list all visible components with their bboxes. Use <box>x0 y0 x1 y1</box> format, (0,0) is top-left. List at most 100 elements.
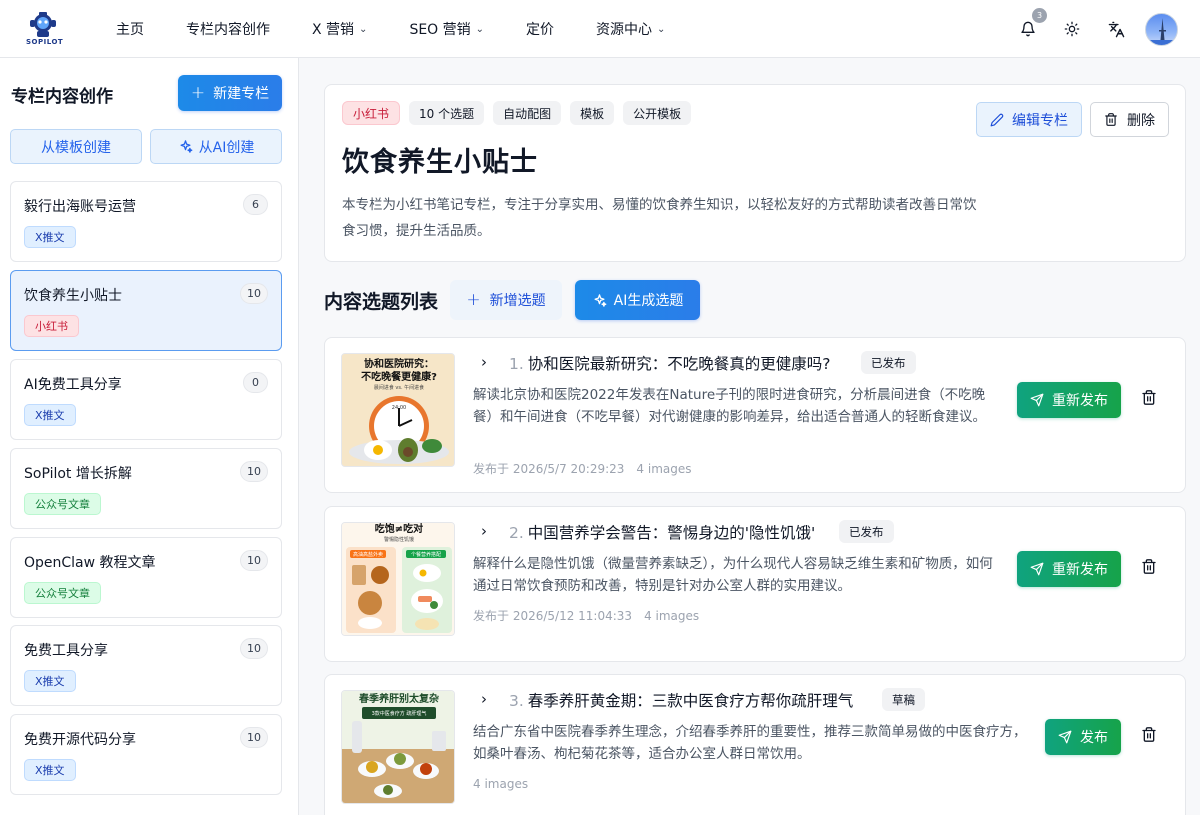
column-platform-tag: X推文 <box>24 670 76 692</box>
column-platform-tag: 小红书 <box>24 315 79 337</box>
column-card[interactable]: AI免费工具分享 0 X推文 <box>10 359 282 440</box>
nav-label: X 营销 <box>312 22 355 38</box>
column-count-badge: 10 <box>240 283 268 304</box>
column-name: 免费工具分享 <box>24 643 108 659</box>
user-avatar[interactable] <box>1145 12 1178 46</box>
edit-column-button[interactable]: 编辑专栏 <box>976 102 1082 137</box>
column-count-badge: 6 <box>243 194 268 215</box>
notification-button[interactable]: 3 <box>1011 8 1047 46</box>
column-card-active[interactable]: 饮食养生小贴士 10 小红书 <box>10 270 282 351</box>
top-right-actions: 3 <box>1001 8 1178 46</box>
topic-card: 春季养肝别太复杂 3款中医食疗方 疏肝理气 › 3. 春季养肝黄金期：三款中医食疗… <box>324 674 1186 815</box>
expand-chevron-icon[interactable]: › <box>481 353 487 371</box>
column-card[interactable]: 免费开源代码分享 10 X推文 <box>10 714 282 795</box>
column-detail-card: 小红书 10 个选题 自动配图 模板 公开模板 饮食养生小贴士 本专栏为小红书笔… <box>324 84 1186 262</box>
send-icon <box>1030 562 1044 576</box>
from-ai-label: 从AI创建 <box>198 139 255 156</box>
pencil-icon <box>990 113 1004 126</box>
topic-meta: 发布于 2026/5/12 11:04:33 4 images <box>473 607 699 624</box>
send-icon <box>1058 730 1072 744</box>
sidebar: 专栏内容创作 + 新建专栏 从模板创建 从AI创建 毅行出海账号运营 6 X推文… <box>0 58 299 815</box>
delete-topic-button[interactable] <box>1141 558 1159 578</box>
plus-icon: + <box>190 83 206 103</box>
topic-title[interactable]: 1. 协和医院最新研究：不吃晚餐真的更健康吗? <box>509 352 831 374</box>
trash-icon <box>1142 559 1156 574</box>
column-card[interactable]: 免费工具分享 10 X推文 <box>10 625 282 706</box>
logo-text: SOPILOT <box>26 38 64 46</box>
svg-text:春季养肝别太复杂: 春季养肝别太复杂 <box>359 692 439 705</box>
column-name: 免费开源代码分享 <box>24 732 136 748</box>
from-template-button[interactable]: 从模板创建 <box>10 129 142 164</box>
sparkles-icon <box>180 140 193 153</box>
column-card[interactable]: 毅行出海账号运营 6 X推文 <box>10 181 282 262</box>
topics-header: 内容选题列表 + 新增选题 AI生成选题 <box>324 280 701 320</box>
svg-text:个餐营养搭配: 个餐营养搭配 <box>411 551 441 558</box>
republish-button[interactable]: 重新发布 <box>1017 382 1121 418</box>
new-column-button[interactable]: + 新建专栏 <box>178 75 282 111</box>
svg-text:3款中医食疗方 疏肝理气: 3款中医食疗方 疏肝理气 <box>372 710 427 717</box>
nav-label: SEO 营销 <box>409 22 471 38</box>
column-platform-tag: X推文 <box>24 759 76 781</box>
topic-status-badge: 已发布 <box>839 520 894 543</box>
language-button[interactable] <box>1099 12 1133 46</box>
ai-generate-topics-button[interactable]: AI生成选题 <box>575 280 701 320</box>
nav-label: 资源中心 <box>596 22 653 38</box>
topic-title[interactable]: 2. 中国营养学会警告：警惕身边的'隐性饥饿' <box>509 521 815 543</box>
column-platform-tag: 公众号文章 <box>24 582 101 604</box>
add-topic-button[interactable]: + 新增选题 <box>450 280 563 320</box>
nav-pricing[interactable]: 定价 <box>526 19 554 39</box>
topic-title[interactable]: 3. 春季养肝黄金期：三款中医食疗方帮你疏肝理气 <box>509 689 853 711</box>
expand-chevron-icon[interactable]: › <box>481 522 487 540</box>
topic-card: 吃饱≠吃对 警惕隐性饥饿 高油高盐外卖 个餐营养搭配 › 2. 中国营养学会警告… <box>324 506 1186 662</box>
topic-thumbnail[interactable]: 吃饱≠吃对 警惕隐性饥饿 高油高盐外卖 个餐营养搭配 <box>341 522 455 636</box>
republish-label: 重新发布 <box>1052 562 1108 578</box>
nav-seo-marketing[interactable]: SEO 营销 ⌄ <box>409 19 484 39</box>
translate-icon <box>1108 21 1124 37</box>
topic-title-text: 协和医院最新研究：不吃晚餐真的更健康吗? <box>527 355 831 373</box>
column-description: 本专栏为小红书笔记专栏，专注于分享实用、易懂的饮食养生知识，以轻松友好的方式帮助… <box>342 197 977 239</box>
publish-button[interactable]: 发布 <box>1045 719 1121 755</box>
trash-icon <box>1142 727 1156 742</box>
from-ai-button[interactable]: 从AI创建 <box>150 129 282 164</box>
column-platform-tag: 公众号文章 <box>24 493 101 515</box>
topic-number: 1. <box>509 355 524 373</box>
topics-title: 内容选题列表 <box>324 290 439 313</box>
nav-home[interactable]: 主页 <box>116 19 144 39</box>
column-platform-tag: X推文 <box>24 404 76 426</box>
nav-column-creation[interactable]: 专栏内容创作 <box>186 19 270 39</box>
delete-column-button[interactable]: 删除 <box>1090 102 1169 137</box>
expand-chevron-icon[interactable]: › <box>481 690 487 708</box>
publish-label: 发布 <box>1080 730 1108 746</box>
topic-title-text: 春季养肝黄金期：三款中医食疗方帮你疏肝理气 <box>527 692 854 710</box>
chevron-down-icon: ⌄ <box>475 23 485 35</box>
topic-status-badge: 草稿 <box>882 688 925 711</box>
delete-topic-button[interactable] <box>1141 389 1159 409</box>
column-name: SoPilot 增长拆解 <box>24 466 132 482</box>
nav-x-marketing[interactable]: X 营销 ⌄ <box>312 19 367 39</box>
topic-thumbnail[interactable]: 协和医院研究： 不吃晚餐更健康? 晨间进食 vs. 午间进食 24:00 <box>341 353 455 467</box>
topic-meta: 发布于 2026/5/7 20:29:23 4 images <box>473 460 692 477</box>
bell-icon <box>1021 21 1035 37</box>
nav-resources[interactable]: 资源中心 ⌄ <box>596 19 665 39</box>
from-template-label: 从模板创建 <box>41 139 111 156</box>
public-template-chip: 公开模板 <box>623 101 692 125</box>
svg-text:晨间进食 vs. 午间进食: 晨间进食 vs. 午间进食 <box>374 384 424 391</box>
delete-topic-button[interactable] <box>1141 726 1159 746</box>
sun-icon <box>1064 21 1080 37</box>
republish-button[interactable]: 重新发布 <box>1017 551 1121 587</box>
nav-label: 定价 <box>526 22 555 38</box>
notification-count-badge: 3 <box>1032 8 1047 23</box>
top-navbar: SOPILOT 主页 专栏内容创作 X 营销 ⌄ SEO 营销 ⌄ 定价 资源中心 ⌄… <box>0 0 1200 58</box>
main-content: 小红书 10 个选题 自动配图 模板 公开模板 饮食养生小贴士 本专栏为小红书笔… <box>300 58 1200 815</box>
svg-text:高油高盐外卖: 高油高盐外卖 <box>353 551 383 558</box>
theme-toggle-button[interactable] <box>1055 12 1089 46</box>
column-card[interactable]: OpenClaw 教程文章 10 公众号文章 <box>10 537 282 618</box>
topic-image-count: 4 images <box>644 609 700 623</box>
nav-label: 专栏内容创作 <box>186 22 270 38</box>
trash-icon <box>1142 390 1156 405</box>
republish-label: 重新发布 <box>1052 393 1108 409</box>
column-card[interactable]: SoPilot 增长拆解 10 公众号文章 <box>10 448 282 529</box>
add-topic-label: 新增选题 <box>489 293 546 309</box>
column-name: 毅行出海账号运营 <box>24 199 136 215</box>
topic-thumbnail[interactable]: 春季养肝别太复杂 3款中医食疗方 疏肝理气 <box>341 690 455 804</box>
